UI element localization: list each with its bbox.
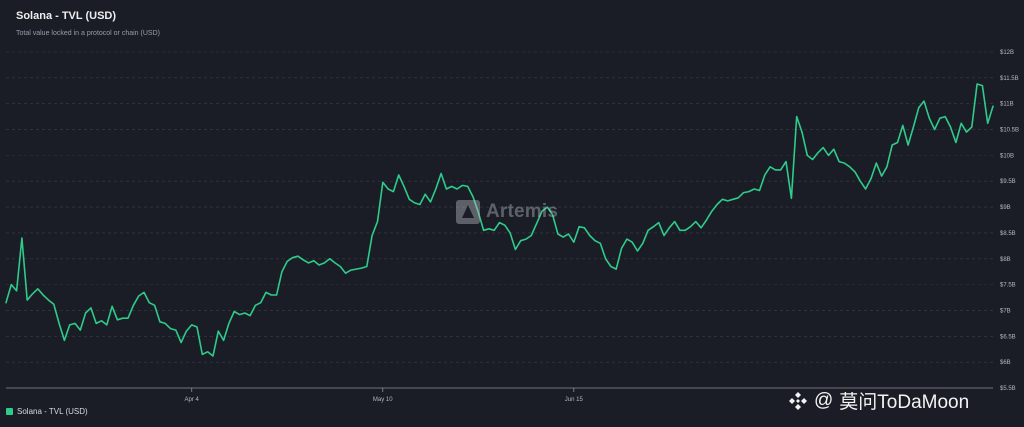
x-tick-labels: Apr 4 May 10 Jun 15 [185, 388, 584, 403]
author-credit: @ 莫问ToDaMoon [788, 387, 969, 414]
y-tick-label: $8B [1000, 257, 1011, 263]
y-tick-label: $12B [1000, 50, 1014, 56]
y-tick-label: $5.5B [1000, 386, 1016, 392]
y-tick-labels: $5.5B $6B $6.5B $7B $7.5B $8B $8.5B $9B $9.5B $10… [1000, 50, 1019, 392]
artemis-watermark: Artemis [456, 200, 558, 224]
y-tick-label: $9.5B [1000, 179, 1016, 185]
y-tick-label: $6.5B [1000, 334, 1016, 340]
diamond-logo-icon [789, 391, 807, 410]
y-tick-label: $9B [1000, 205, 1011, 211]
x-tick-label: Jun 15 [565, 397, 584, 403]
y-tick-label: $11B [1000, 102, 1014, 108]
legend-swatch [6, 408, 13, 415]
y-tick-label: $10.5B [1000, 128, 1019, 134]
y-tick-label: $7B [1000, 308, 1011, 314]
x-tick-label: Apr 4 [185, 397, 200, 403]
watermark-text: Artemis [486, 201, 559, 222]
y-tick-label: $6B [1000, 360, 1011, 366]
y-tick-label: $7.5B [1000, 283, 1016, 289]
y-tick-label: $11.5B [1000, 76, 1019, 82]
artemis-logo-icon [456, 200, 480, 224]
credit-name: 莫问ToDaMoon [839, 392, 970, 413]
chart-legend[interactable]: Solana - TVL (USD) [6, 407, 88, 416]
x-tick-label: May 10 [373, 397, 393, 403]
y-tick-label: $8.5B [1000, 231, 1016, 237]
y-tick-label: $10B [1000, 153, 1014, 159]
credit-at-symbol: @ [814, 389, 834, 411]
legend-label: Solana - TVL (USD) [17, 407, 88, 416]
